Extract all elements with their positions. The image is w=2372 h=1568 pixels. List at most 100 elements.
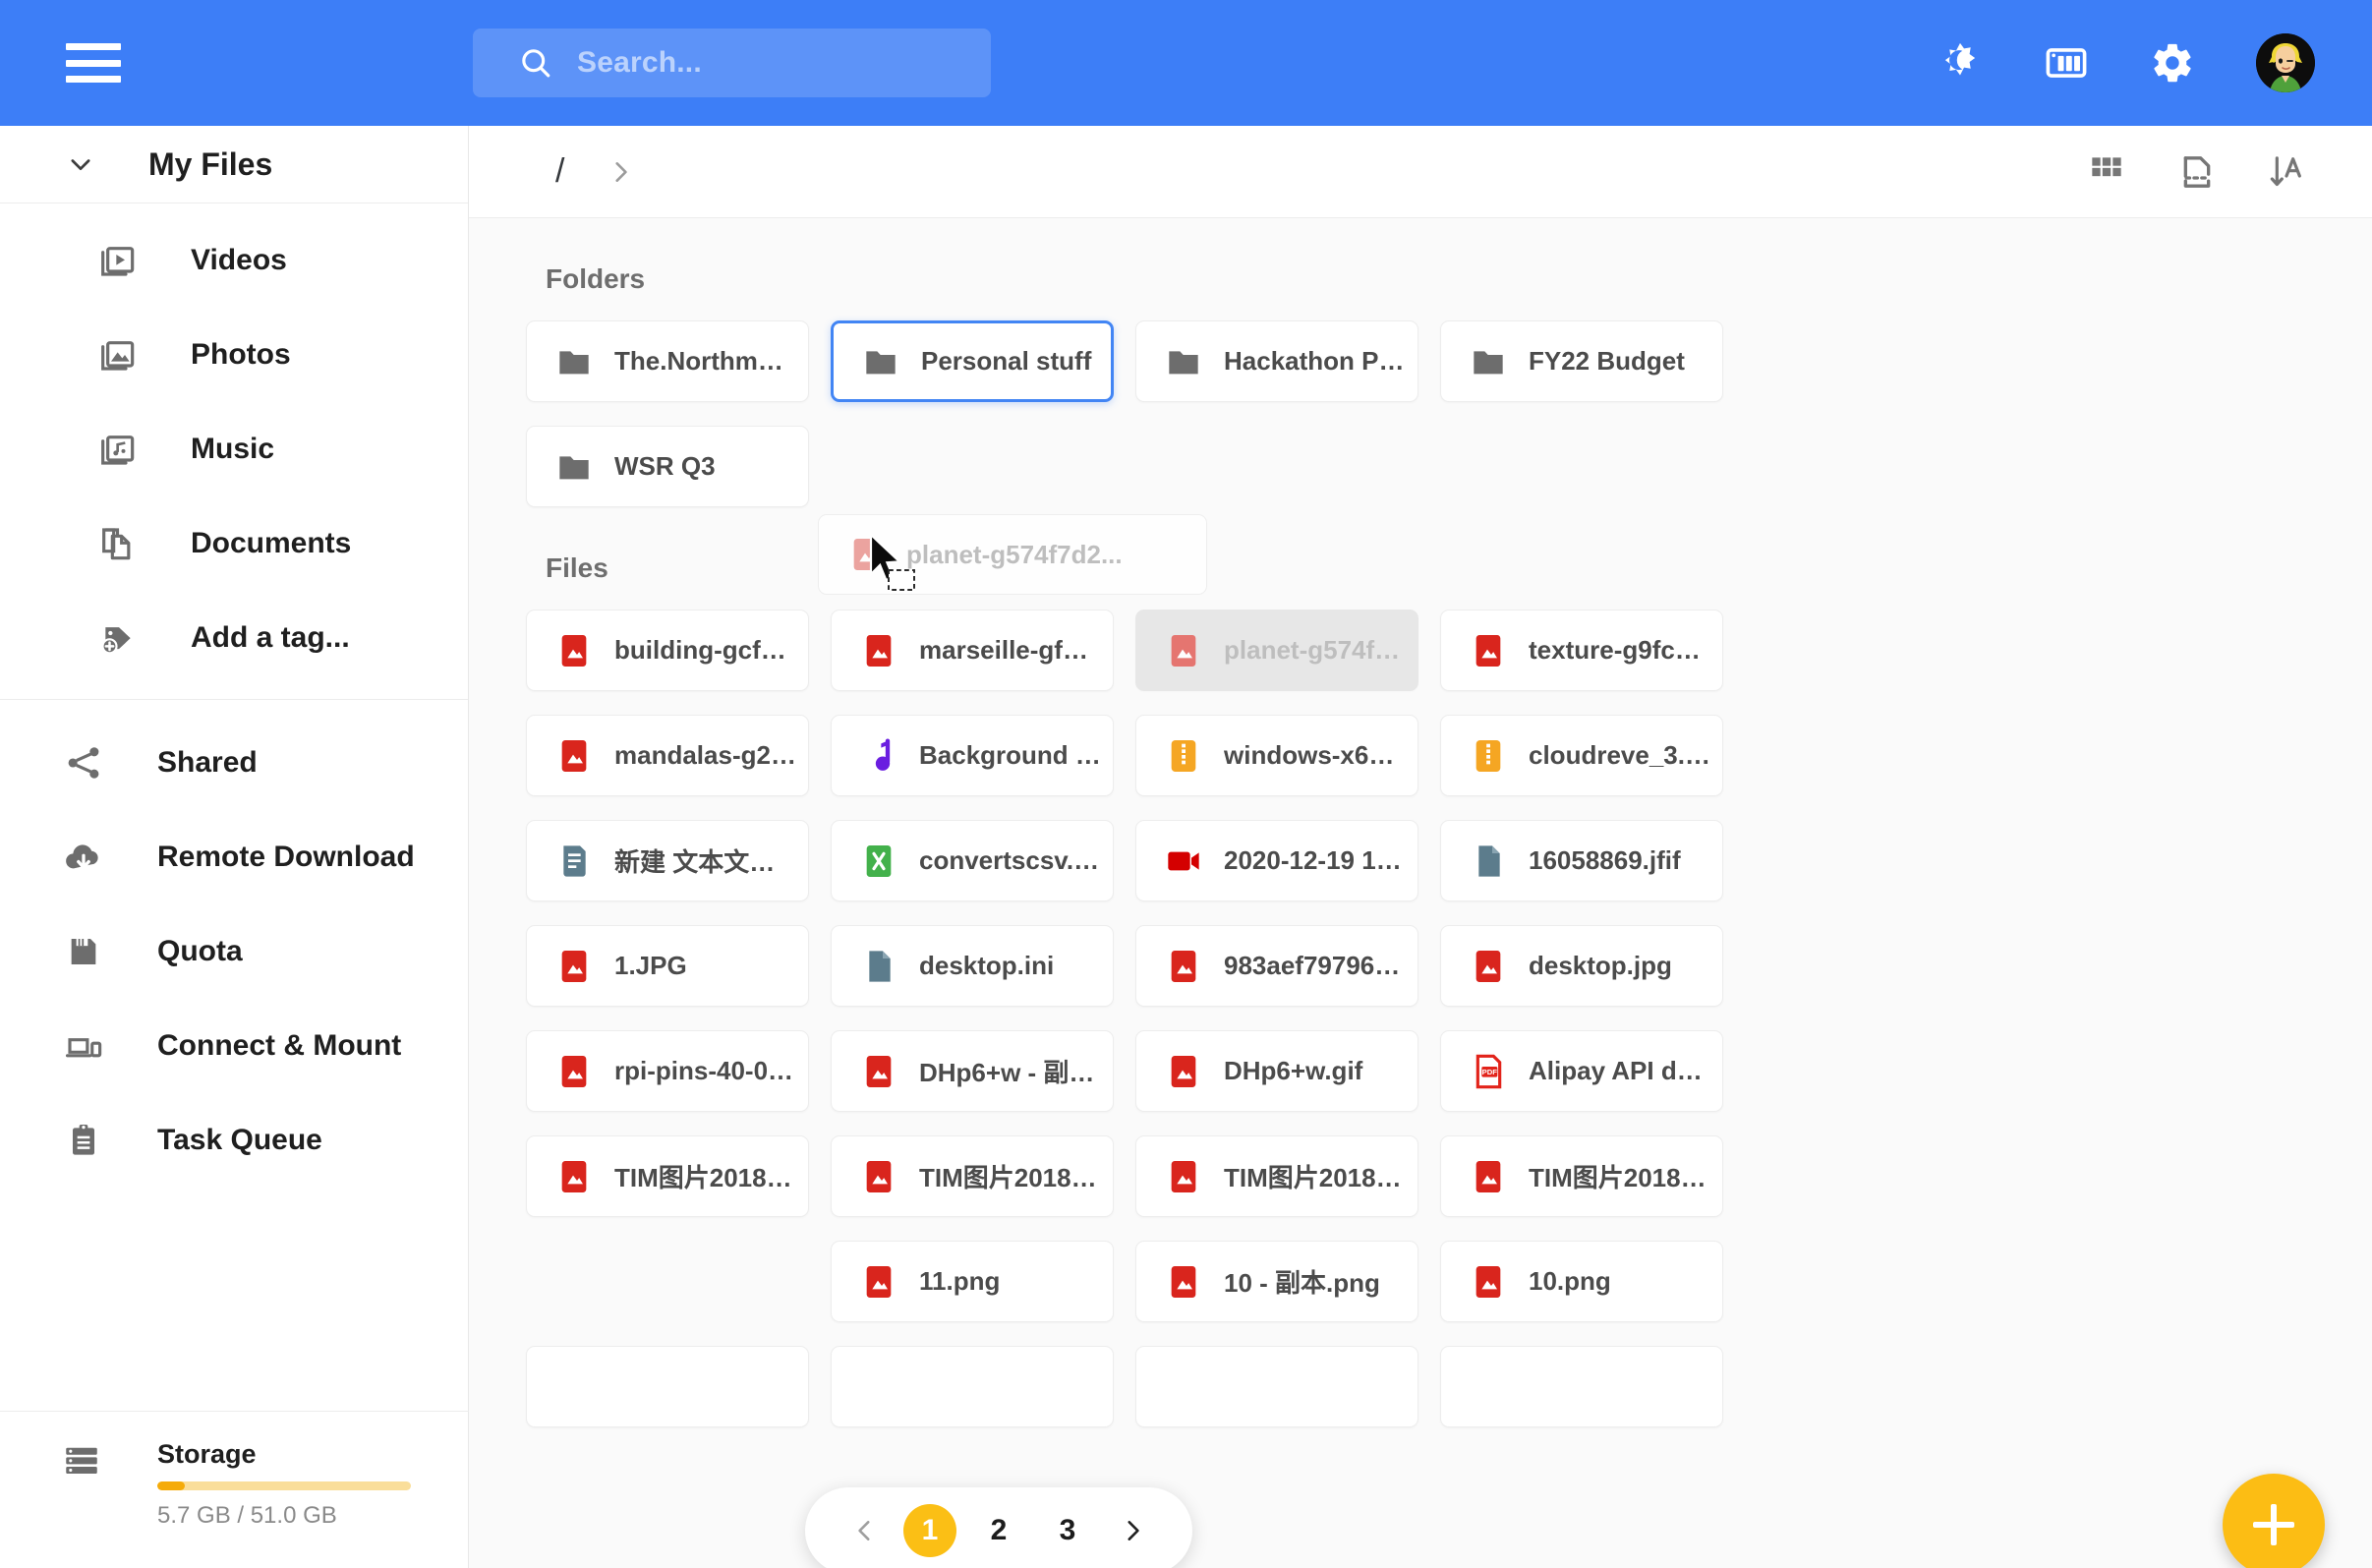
sidebar-item-videos[interactable]: Videos — [0, 213, 468, 308]
image-file-icon — [1468, 630, 1509, 671]
folder-card[interactable]: WSR Q3 — [526, 426, 809, 507]
archive-file-icon — [1163, 735, 1204, 777]
file-card[interactable]: 11.png — [831, 1241, 1114, 1322]
chevron-down-icon — [71, 159, 90, 171]
file-card[interactable]: convertscsv.xlsx — [831, 820, 1114, 901]
file-name: TIM图片201808221... — [919, 1163, 1113, 1192]
chevron-right-icon[interactable] — [607, 159, 633, 185]
file-card[interactable]: marseille-gf9cdc5ae... — [831, 610, 1114, 691]
file-card[interactable]: mandalas-g236e1b8... — [526, 715, 809, 796]
grid-view-icon[interactable] — [2087, 152, 2126, 192]
pagination-next[interactable] — [1106, 1504, 1159, 1557]
pagination-page-1[interactable]: 1 — [903, 1504, 956, 1557]
folder-card[interactable]: Personal stuff — [831, 320, 1114, 402]
file-name: mandalas-g236e1b8... — [614, 740, 808, 770]
file-card[interactable]: desktop.jpg — [1440, 925, 1723, 1007]
sidebar-item-quota[interactable]: Quota — [0, 904, 468, 999]
file-card[interactable]: TIM图片201808221... — [831, 1135, 1114, 1217]
folder-card[interactable]: Hackathon Prensent... — [1135, 320, 1418, 402]
folder-icon — [553, 341, 595, 382]
file-name: DHp6+w.gif — [1224, 1056, 1363, 1085]
sidebar-item-label: Quota — [157, 935, 243, 967]
file-card[interactable]: 2020-12-19 10-46-3... — [1135, 820, 1418, 901]
folder-name: WSR Q3 — [614, 451, 716, 481]
file-name: 983aef79796bfde83... — [1224, 951, 1417, 980]
brightness-moon-icon[interactable] — [1938, 40, 1983, 86]
file-name: building-gcf47c333... — [614, 635, 808, 665]
file-name: rpi-pins-40-0.png — [614, 1056, 808, 1085]
file-card[interactable]: cloudreve_3.5.0_win... — [1440, 715, 1723, 796]
file-name: cloudreve_3.5.0_win... — [1529, 740, 1722, 770]
breadcrumb-root[interactable]: / — [555, 152, 564, 191]
avatar[interactable] — [2256, 33, 2315, 92]
file-card[interactable] — [1135, 1346, 1418, 1427]
file-name: convertscsv.xlsx — [919, 845, 1113, 875]
file-card[interactable] — [831, 1346, 1114, 1427]
file-card[interactable]: PDF Alipay API documen... — [1440, 1030, 1723, 1112]
file-card[interactable]: 16058869.jfif — [1440, 820, 1723, 901]
blank-icon — [1468, 1366, 1509, 1408]
file-card[interactable]: 新建 文本文档.txt — [526, 820, 809, 901]
file-card[interactable]: 10 - 副本.png — [1135, 1241, 1418, 1322]
blank-icon — [1163, 1366, 1204, 1408]
file-name: TIM图片201808221... — [1224, 1163, 1417, 1192]
file-card[interactable]: TIM图片201808221... — [1440, 1135, 1723, 1217]
file-name: desktop.ini — [919, 951, 1055, 980]
file-card[interactable]: desktop.ini — [831, 925, 1114, 1007]
folder-icon — [860, 341, 901, 382]
file-card[interactable]: TIM图片201808221... — [1135, 1135, 1418, 1217]
search-input[interactable]: Search... — [473, 29, 991, 97]
server-bay-icon[interactable] — [2044, 40, 2089, 86]
file-card[interactable]: 10.png — [1440, 1241, 1723, 1322]
file-card[interactable]: 1.JPG — [526, 925, 809, 1007]
sidebar-my-files-label: My Files — [148, 145, 273, 182]
file-card[interactable]: planet-g574f7d288_... — [1135, 610, 1418, 691]
file-card[interactable]: DHp6+w.gif — [1135, 1030, 1418, 1112]
folder-name: Personal stuff — [921, 346, 1092, 376]
sidebar-item-add-a-tag[interactable]: Add a tag... — [0, 591, 468, 685]
breadcrumb: / — [555, 152, 633, 191]
page-dashed-icon[interactable] — [2177, 152, 2217, 192]
file-card[interactable]: windows-x64-repair... — [1135, 715, 1418, 796]
save-disk-icon — [61, 929, 106, 974]
file-card[interactable]: TIM图片201808221... — [526, 1135, 809, 1217]
file-card[interactable] — [1440, 1346, 1723, 1427]
folder-card[interactable]: FY22 Budget — [1440, 320, 1723, 402]
photo-library-icon — [94, 332, 140, 377]
pagination-page-2[interactable]: 2 — [972, 1504, 1025, 1557]
add-button[interactable] — [2223, 1474, 2325, 1568]
file-browser-scroll-area[interactable]: Folders The.Northman.2022.... Personal st… — [469, 263, 2372, 1568]
file-card[interactable]: texture-g9fc6f2cf9_... — [1440, 610, 1723, 691]
file-name: 10.png — [1529, 1266, 1611, 1296]
hamburger-menu-icon[interactable] — [66, 43, 121, 83]
sidebar-my-files-header[interactable]: My Files — [0, 126, 468, 203]
sidebar-item-task-queue[interactable]: Task Queue — [0, 1093, 468, 1188]
pagination-prev[interactable] — [839, 1504, 892, 1557]
file-card[interactable] — [526, 1346, 809, 1427]
file-name: windows-x64-repair... — [1224, 740, 1417, 770]
file-card[interactable]: rpi-pins-40-0.png — [526, 1030, 809, 1112]
sidebar-item-label: Task Queue — [157, 1124, 322, 1156]
sidebar-item-photos[interactable]: Photos — [0, 308, 468, 402]
image-file-icon — [1163, 630, 1204, 671]
storage-title: Storage — [157, 1439, 257, 1469]
folder-icon — [553, 446, 595, 488]
gear-icon[interactable] — [2150, 40, 2195, 86]
file-card[interactable]: building-gcf47c333... — [526, 610, 809, 691]
image-file-icon — [1468, 1156, 1509, 1197]
folder-card[interactable]: The.Northman.2022.... — [526, 320, 809, 402]
file-card[interactable]: 983aef79796bfde83... — [1135, 925, 1418, 1007]
sidebar-item-connect-and-mount[interactable]: Connect & Mount — [0, 999, 468, 1093]
sidebar-item-shared[interactable]: Shared — [0, 716, 468, 810]
sidebar-item-music[interactable]: Music — [0, 402, 468, 496]
sidebar-item-remote-download[interactable]: Remote Download — [0, 810, 468, 904]
file-card[interactable]: Background music c... — [831, 715, 1114, 796]
folder-name: The.Northman.2022.... — [614, 346, 808, 376]
sidebar-item-label: Shared — [157, 746, 258, 779]
pagination-page-3[interactable]: 3 — [1041, 1504, 1094, 1557]
storage-summary[interactable]: Storage 5.7 GB / 51.0 GB — [0, 1411, 469, 1568]
sidebar-item-documents[interactable]: Documents — [0, 496, 468, 591]
sort-alpha-icon[interactable] — [2268, 152, 2307, 192]
sidebar-group-library: Videos Photos Music Documents Add a tag.… — [0, 203, 468, 700]
file-card[interactable]: DHp6+w - 副本.gif — [831, 1030, 1114, 1112]
